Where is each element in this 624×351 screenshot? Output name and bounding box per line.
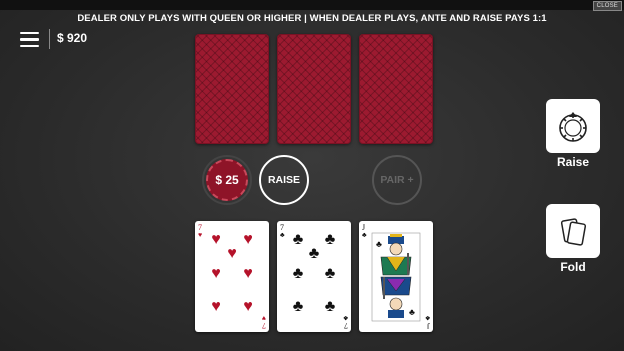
svg-text:♥: ♥: [227, 245, 237, 262]
hamburger-icon[interactable]: [20, 32, 39, 48]
jack-of-clubs-face: J ♣ ♣ ♣ J ♣: [362, 223, 430, 330]
player-card-3: J ♣ ♣ ♣ J ♣: [359, 221, 433, 332]
seven-of-hearts-face: 7 ♥ ♥ ♥ ♥ ♥ ♥ ♥ ♥ 7 ♥: [198, 223, 266, 330]
card-1-suit-top: ♥: [198, 231, 202, 239]
svg-text:♣: ♣: [325, 298, 336, 315]
card-2-suit-bottom: ♣: [343, 314, 348, 322]
player-card-1: 7 ♥ ♥ ♥ ♥ ♥ ♥ ♥ ♥ 7 ♥: [195, 221, 269, 332]
svg-text:♥: ♥: [211, 298, 221, 315]
header-divider: [49, 29, 50, 49]
jack-figure-icon: ♣ ♣: [376, 234, 415, 318]
close-button[interactable]: CLOSE: [592, 1, 622, 11]
svg-text:♥: ♥: [211, 231, 221, 248]
svg-text:♣: ♣: [293, 298, 304, 315]
raise-bet-spot[interactable]: RAISE: [259, 155, 309, 205]
svg-text:♣: ♣: [325, 231, 336, 248]
raise-button[interactable]: [546, 99, 600, 153]
fold-button[interactable]: [546, 204, 600, 258]
card-3-suit-bottom: ♣: [425, 314, 430, 322]
fold-cards-icon: [560, 218, 587, 246]
player-card-2: 7 ♣ ♣ ♣ ♣ ♣ ♣ ♣ ♣ 7 ♣: [277, 221, 351, 332]
svg-text:♣: ♣: [309, 245, 320, 262]
fold-label: Fold: [560, 260, 586, 274]
svg-text:♥: ♥: [243, 298, 253, 315]
ante-chip[interactable]: $ 25: [206, 159, 248, 201]
raise-label: Raise: [556, 155, 590, 169]
seven-of-clubs-face: 7 ♣ ♣ ♣ ♣ ♣ ♣ ♣ ♣ 7 ♣: [280, 223, 348, 330]
rules-banner: DEALER ONLY PLAYS WITH QUEEN OR HIGHER |…: [77, 13, 547, 24]
svg-text:♣: ♣: [293, 265, 304, 282]
pair-plus-spot[interactable]: PAIR +: [372, 155, 422, 205]
window-titlebar: CLOSE: [0, 0, 624, 11]
svg-text:♥: ♥: [243, 231, 253, 248]
svg-text:♣: ♣: [409, 307, 415, 317]
svg-text:♣: ♣: [376, 239, 382, 249]
svg-text:♣: ♣: [293, 231, 304, 248]
card-3-suit-top: ♣: [362, 231, 367, 239]
svg-text:♥: ♥: [211, 265, 221, 282]
dealer-card-2: [277, 34, 351, 144]
chip-stack-icon: [559, 112, 587, 142]
balance-display: $ 920: [57, 31, 88, 45]
card-2-suit-top: ♣: [280, 231, 285, 239]
card-1-suit-bottom: ♥: [262, 314, 266, 322]
svg-text:♣: ♣: [325, 265, 336, 282]
dealer-card-1: [195, 34, 269, 144]
dealer-card-3: [359, 34, 433, 144]
svg-text:♥: ♥: [243, 265, 253, 282]
